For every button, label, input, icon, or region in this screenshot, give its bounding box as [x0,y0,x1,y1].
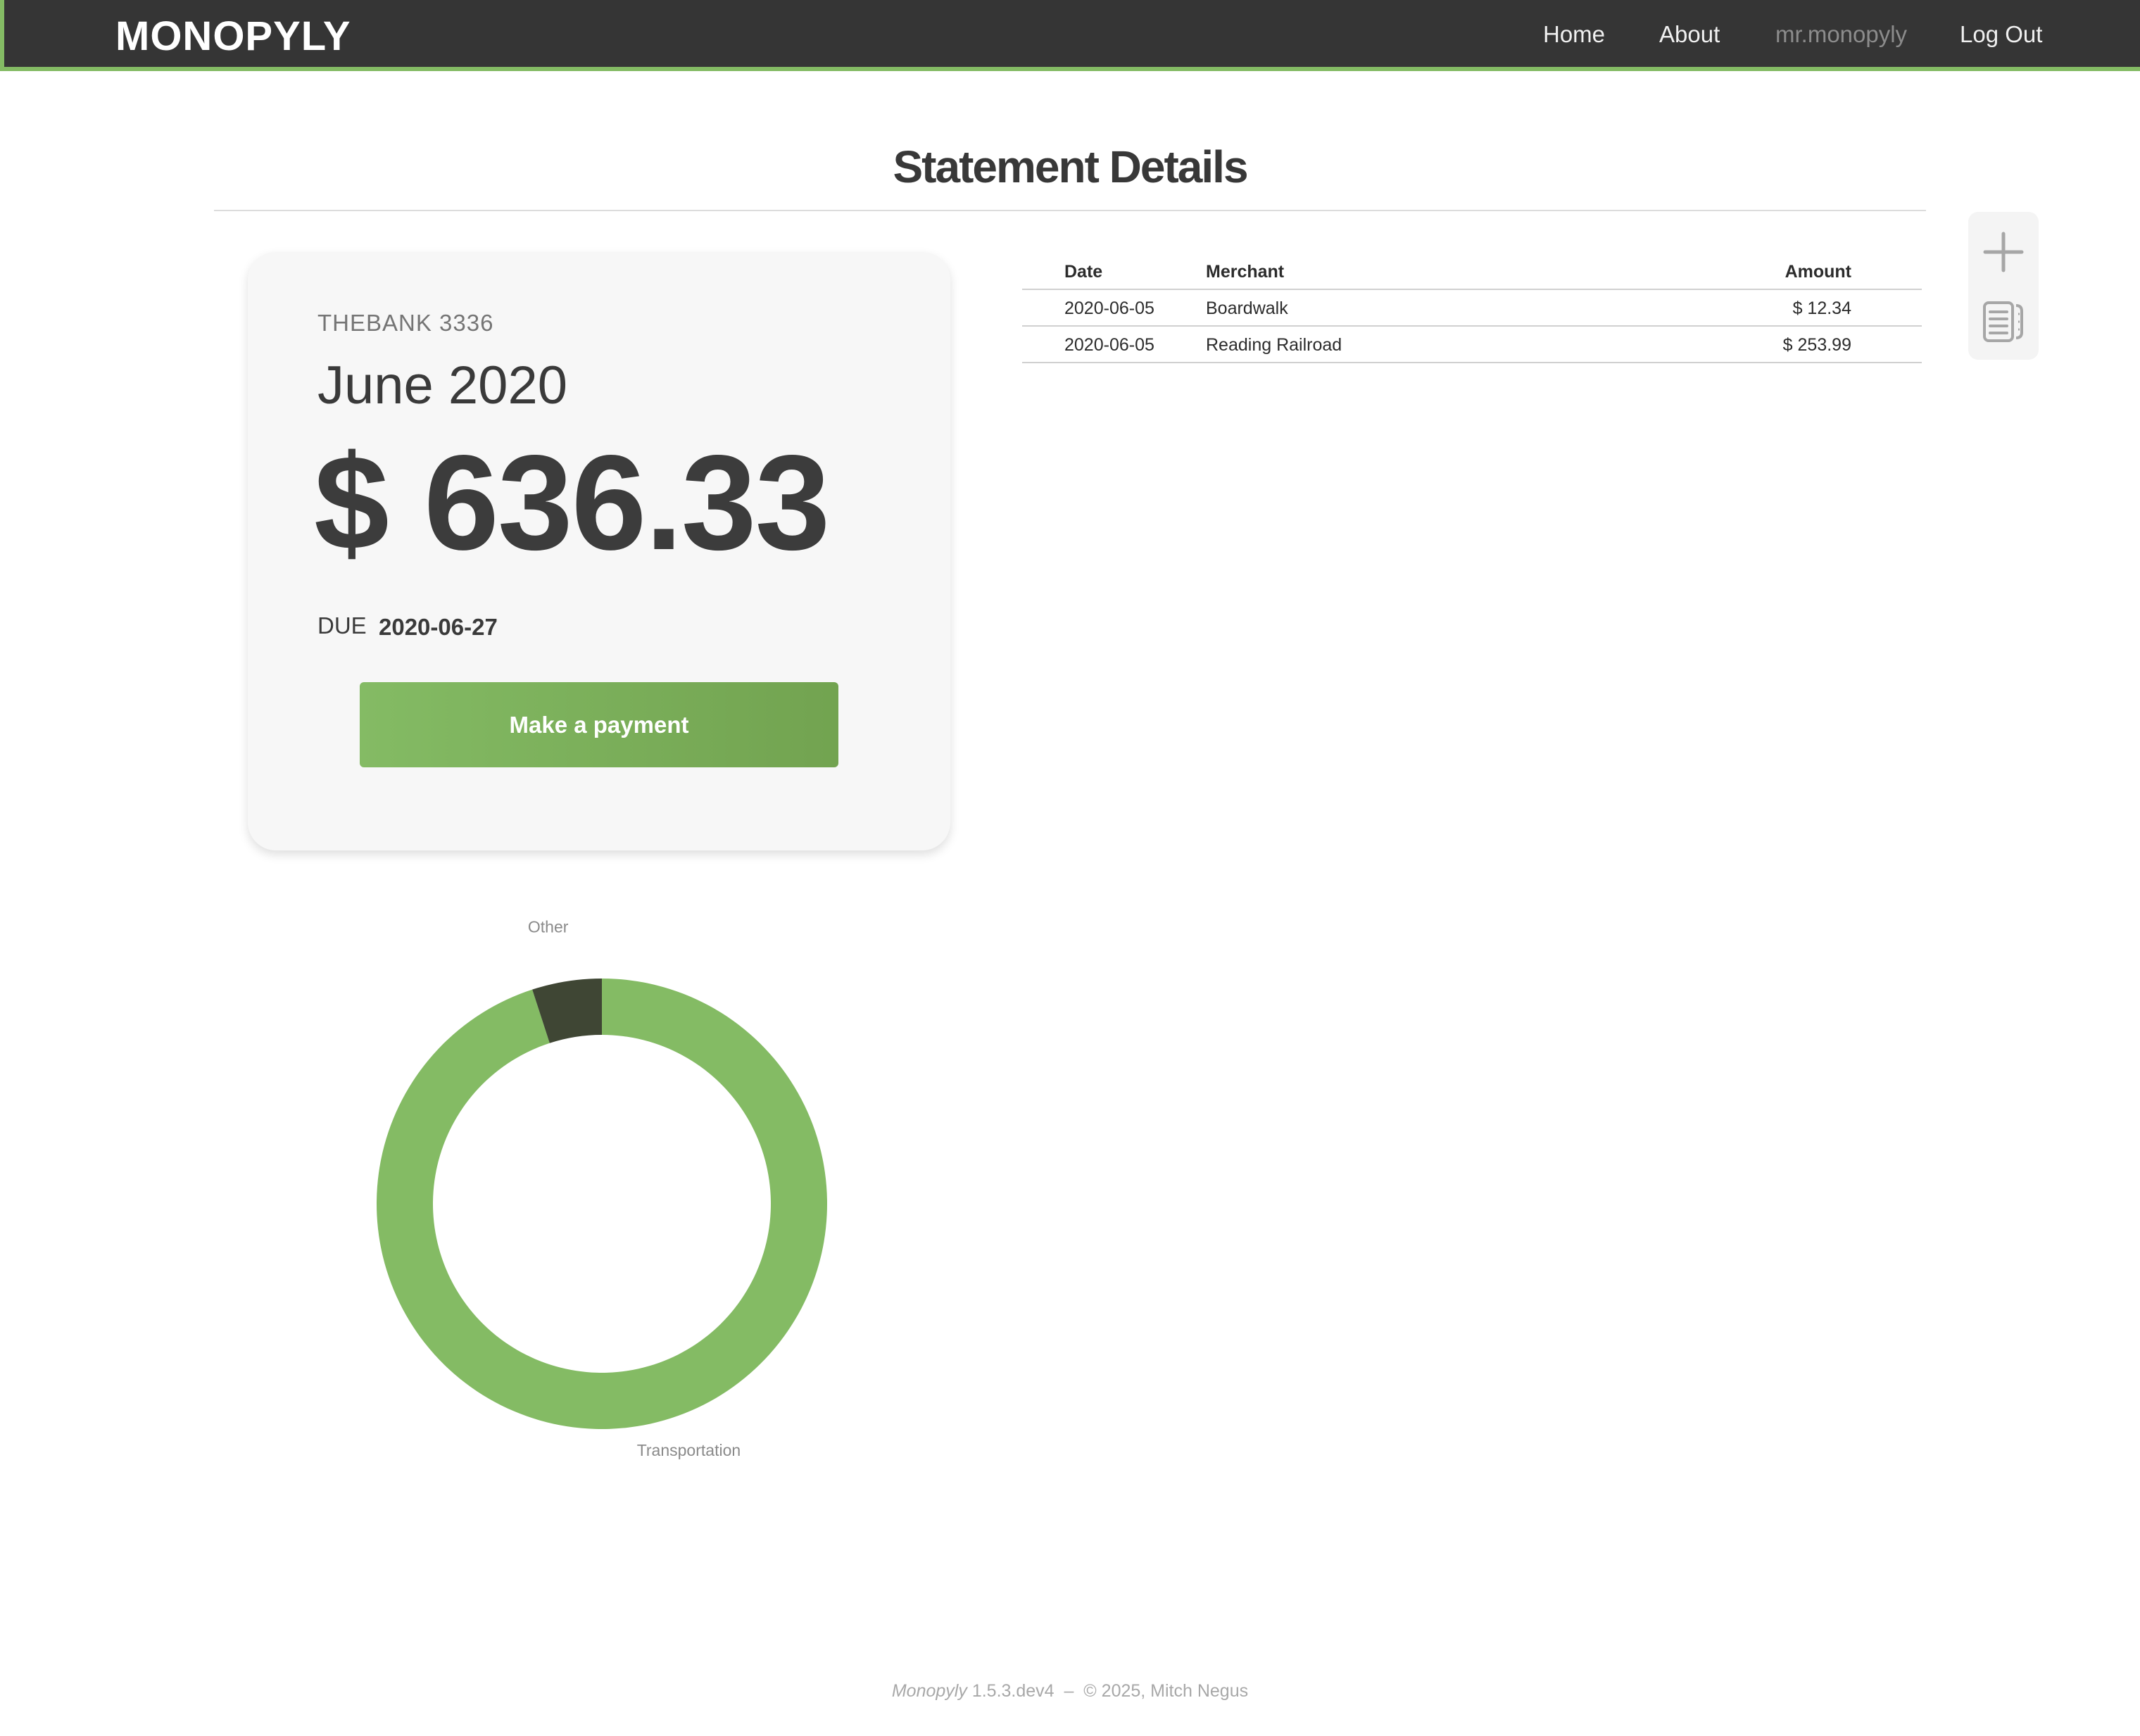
statements-icon [1983,301,2023,342]
footer: Monopyly 1.5.3.dev4 – © 2025, Mitch Negu… [0,1681,2140,1702]
page-title: Statement Details [893,141,1248,192]
chart-label-transportation: Transportation [637,1441,741,1459]
transaction-amount: $ 253.99 [1782,335,1851,355]
table-row[interactable]: 2020-06-05 Boardwalk $ 12.34 [1022,290,1922,327]
statement-period: June 2020 [317,356,567,415]
footer-copyright: © 2025, Mitch Negus [1083,1681,1249,1701]
card-bank-name: THEBANK 3336 [317,310,494,336]
footer-app-name: Monopyly [891,1681,967,1701]
footer-version: 1.5.3.dev4 [971,1681,1055,1701]
nav-user-link[interactable]: mr.monopyly [1775,21,1907,48]
footer-separator: – [1064,1681,1074,1701]
plus-icon [1983,232,2024,272]
transaction-merchant: Boardwalk [1206,298,1288,318]
statements-list-button[interactable] [1981,299,2026,344]
tool-panel [1968,212,2039,360]
make-payment-button[interactable]: Make a payment [360,682,838,767]
nav-home-link[interactable]: Home [1543,21,1605,48]
nav-about-link[interactable]: About [1659,21,1720,48]
statement-summary-card: THEBANK 3336 June 2020 $ 636.33 DUE 2020… [248,252,950,850]
transaction-date: 2020-06-05 [1064,335,1154,355]
table-row[interactable]: 2020-06-05 Reading Railroad $ 253.99 [1022,327,1922,363]
column-header-amount[interactable]: Amount [1785,262,1851,282]
transaction-merchant: Reading Railroad [1206,335,1342,355]
spending-category-chart: Transportation Other [338,908,873,1507]
chart-slice-transportation[interactable] [377,979,827,1429]
transaction-date: 2020-06-05 [1064,298,1154,318]
due-label: DUE [317,612,367,639]
add-transaction-button[interactable] [1981,229,2026,275]
chart-label-other: Other [528,917,569,936]
donut-chart-svg: Transportation Other [377,917,827,1459]
due-date: 2020-06-27 [379,614,498,640]
table-header-row: Date Merchant Amount [1022,253,1922,290]
transactions-table: Date Merchant Amount 2020-06-05 Boardwal… [1022,253,1922,363]
column-header-merchant[interactable]: Merchant [1206,262,1284,282]
top-navigation-bar: MONOPYLY Home About mr.monopyly Log Out [0,0,2140,71]
statement-balance: $ 636.33 [314,427,830,578]
transaction-amount: $ 12.34 [1792,298,1851,318]
nav-logout-link[interactable]: Log Out [1960,21,2042,48]
column-header-date[interactable]: Date [1064,262,1102,282]
brand-logo[interactable]: MONOPYLY [115,13,351,60]
title-divider [214,210,1926,211]
